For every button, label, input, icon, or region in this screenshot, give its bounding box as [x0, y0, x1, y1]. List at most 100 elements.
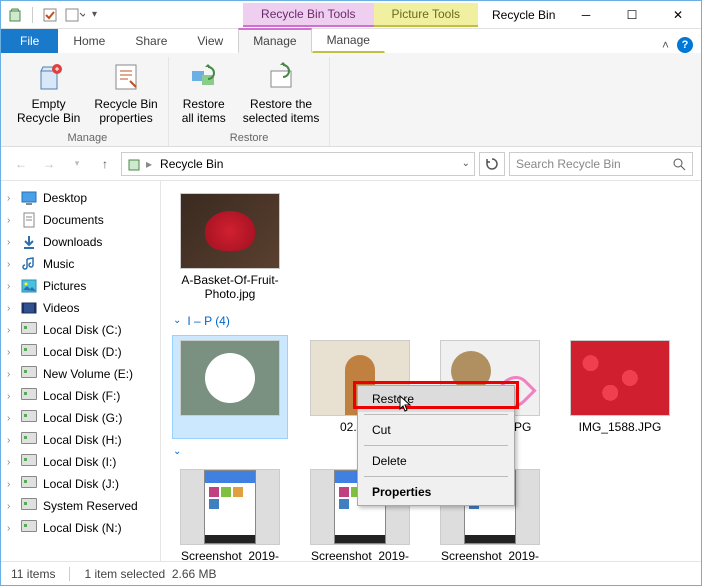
close-button[interactable]: ✕	[655, 1, 701, 29]
breadcrumb[interactable]: Recycle Bin	[156, 155, 227, 173]
restore-selected-button[interactable]: Restore the selected items	[239, 57, 324, 130]
search-icon	[672, 157, 686, 171]
vid-icon	[21, 300, 37, 316]
recycle-bin-icon	[7, 7, 23, 23]
nav-back-button[interactable]: ←	[9, 152, 33, 176]
tab-share[interactable]: Share	[120, 29, 182, 53]
tree-item-label: Desktop	[43, 191, 87, 205]
context-restore[interactable]: Restore	[358, 386, 514, 412]
tree-item-label: Local Disk (J:)	[43, 477, 119, 491]
tree-item-label: Local Disk (H:)	[43, 433, 122, 447]
tree-item-label: Downloads	[43, 235, 102, 249]
tree-item-label: New Volume (E:)	[43, 367, 133, 381]
drive-icon	[21, 344, 37, 360]
ribbon-collapse-icon[interactable]: ˄	[662, 38, 669, 52]
tree-item[interactable]: ›Documents	[1, 209, 160, 231]
tree-item[interactable]: ›Local Disk (H:)	[1, 429, 160, 451]
nav-recent-button[interactable]: ▾	[65, 152, 89, 176]
cursor-icon	[399, 395, 415, 413]
ribbon-group-restore: Restore	[230, 130, 269, 146]
tree-item-label: Local Disk (G:)	[43, 411, 122, 425]
down-icon	[21, 234, 37, 250]
address-box[interactable]: ▸ Recycle Bin ⌄	[121, 152, 475, 176]
tab-view[interactable]: View	[182, 29, 238, 53]
tree-item[interactable]: ›Local Disk (I:)	[1, 451, 160, 473]
file-name: Screenshot_2019-06-13-22-56-05.png	[307, 549, 413, 561]
desktop-icon	[21, 190, 37, 206]
maximize-button[interactable]: ☐	[609, 1, 655, 29]
tree-item[interactable]: ›Desktop	[1, 187, 160, 209]
status-bar: 11 items 1 item selected 2.66 MB	[1, 561, 701, 585]
tree-item[interactable]: ›Downloads	[1, 231, 160, 253]
tab-file[interactable]: File	[1, 29, 58, 53]
drive-icon	[21, 520, 37, 536]
doc-icon	[21, 212, 37, 228]
restore-selected-label: Restore the selected items	[243, 97, 320, 126]
qat-dropdown-icon[interactable]	[64, 7, 86, 23]
search-input[interactable]: Search Recycle Bin	[509, 152, 693, 176]
address-dropdown-icon[interactable]: ⌄	[462, 158, 470, 169]
nav-up-button[interactable]: ↑	[93, 152, 117, 176]
thumbnail	[180, 340, 280, 416]
music-icon	[21, 256, 37, 272]
tree-item-label: Local Disk (F:)	[43, 389, 120, 403]
contextual-tab-picture[interactable]: Picture Tools	[374, 3, 478, 27]
tree-item[interactable]: ›Pictures	[1, 275, 160, 297]
recycle-bin-properties-button[interactable]: Recycle Bin properties	[90, 57, 161, 130]
recycle-bin-icon	[126, 156, 142, 172]
file-item[interactable]	[173, 336, 287, 438]
status-selection: 1 item selected 2.66 MB	[84, 567, 216, 581]
navigation-tree[interactable]: ›Desktop›Documents›Downloads›Music›Pictu…	[1, 181, 161, 561]
tree-item[interactable]: ›Local Disk (C:)	[1, 319, 160, 341]
tree-item-label: Local Disk (N:)	[43, 521, 122, 535]
tree-item-label: Videos	[43, 301, 79, 315]
help-icon[interactable]: ?	[677, 37, 693, 53]
file-list[interactable]: A-Basket-Of-Fruit-Photo.jpg⌄ I – P (4)02…	[161, 181, 701, 561]
drive-icon	[21, 322, 37, 338]
drive-icon	[21, 498, 37, 514]
tree-item[interactable]: ›Local Disk (D:)	[1, 341, 160, 363]
refresh-button[interactable]	[479, 152, 505, 176]
group-header[interactable]: ⌄ I – P (4)	[173, 314, 689, 328]
file-item[interactable]: Screenshot_2019-06-13-22-44-51.png	[173, 465, 287, 561]
chevron-down-icon: ⌄	[173, 315, 181, 326]
context-cut[interactable]: Cut	[358, 417, 514, 443]
minimize-button[interactable]: ─	[563, 1, 609, 29]
tree-item[interactable]: ›Local Disk (G:)	[1, 407, 160, 429]
tree-item[interactable]: ›Local Disk (F:)	[1, 385, 160, 407]
empty-recycle-bin-label: Empty Recycle Bin	[17, 97, 80, 126]
tree-item[interactable]: ›Music	[1, 253, 160, 275]
tree-item[interactable]: ›System Reserved	[1, 495, 160, 517]
tree-item[interactable]: ›Videos	[1, 297, 160, 319]
context-properties[interactable]: Properties	[358, 479, 514, 505]
empty-recycle-bin-button[interactable]: Empty Recycle Bin	[13, 57, 84, 130]
drive-icon	[21, 454, 37, 470]
recycle-bin-properties-label: Recycle Bin properties	[94, 97, 157, 126]
tab-manage-picture[interactable]: Manage	[312, 28, 385, 53]
chevron-down-icon: ⌄	[173, 446, 181, 457]
tree-item[interactable]: ›New Volume (E:)	[1, 363, 160, 385]
nav-forward-button[interactable]: →	[37, 152, 61, 176]
qat-checkbox-icon[interactable]	[42, 7, 58, 23]
tree-item-label: Local Disk (D:)	[43, 345, 122, 359]
title-bar: ▾ Recycle Bin Tools Picture Tools Recycl…	[1, 1, 701, 29]
tab-manage-recycle[interactable]: Manage	[238, 28, 311, 53]
tab-home[interactable]: Home	[58, 29, 120, 53]
tree-item-label: Music	[43, 257, 74, 271]
drive-icon	[21, 388, 37, 404]
tree-item-label: Pictures	[43, 279, 86, 293]
search-placeholder: Search Recycle Bin	[516, 157, 621, 171]
context-delete[interactable]: Delete	[358, 448, 514, 474]
tree-item[interactable]: ›Local Disk (J:)	[1, 473, 160, 495]
file-item[interactable]: IMG_1588.JPG	[563, 336, 677, 438]
qat-overflow-icon[interactable]: ▾	[92, 9, 97, 20]
file-item[interactable]: A-Basket-Of-Fruit-Photo.jpg	[173, 189, 287, 306]
thumbnail	[180, 193, 280, 269]
tree-item[interactable]: ›Local Disk (N:)	[1, 517, 160, 539]
restore-all-button[interactable]: Restore all items	[175, 57, 233, 130]
file-name: IMG_1588.JPG	[579, 420, 662, 434]
tree-item-label: Local Disk (C:)	[43, 323, 122, 337]
drive-icon	[21, 432, 37, 448]
contextual-tab-recycle[interactable]: Recycle Bin Tools	[243, 3, 374, 27]
tree-item-label: Local Disk (I:)	[43, 455, 116, 469]
